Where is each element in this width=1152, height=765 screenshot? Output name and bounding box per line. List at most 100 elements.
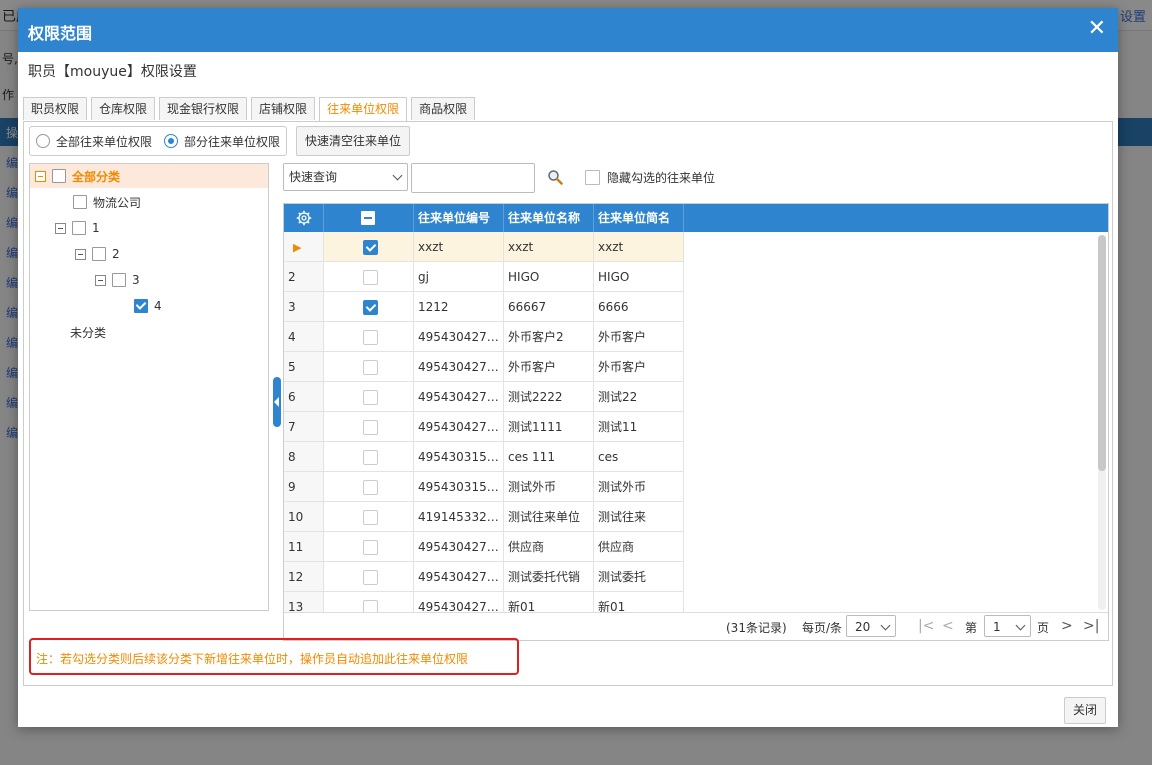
first-page-icon[interactable]: |< [918,618,934,634]
tree-checkbox[interactable] [52,169,66,183]
cell-code: 4954304272... [414,562,504,592]
cell-code: 4954304272... [414,532,504,562]
row-checkbox[interactable] [363,600,378,612]
table-row[interactable]: 13 4954304272... 新01 新01 [284,592,684,612]
collapse-icon[interactable] [55,222,66,234]
row-checkbox-cell[interactable] [324,322,414,352]
table-row[interactable]: 8 4954303154... ces 111 ces [284,442,684,472]
scope-all-label: 全部往来单位权限 [56,134,153,149]
table-row[interactable]: 2 gj HIGO HIGO [284,262,684,292]
hide-checked-checkbox[interactable] [585,170,600,185]
collapse-icon[interactable] [35,170,46,182]
table-row[interactable]: 11 4954304272... 供应商 供应商 [284,532,684,562]
row-checkbox-cell[interactable] [324,352,414,382]
table-row[interactable]: 6 4954304272... 测试2222 测试22 [284,382,684,412]
vertical-scrollbar[interactable] [1098,235,1106,610]
row-checkbox[interactable] [363,570,378,585]
next-page-icon[interactable]: > [1061,618,1073,634]
scrollbar-thumb[interactable] [1098,235,1106,471]
row-checkbox[interactable] [363,390,378,405]
tree-label: 1 [92,221,100,235]
table-row[interactable]: 9 4954303154... 测试外币 测试外币 [284,472,684,502]
close-icon[interactable]: ✕ [1088,17,1106,41]
search-input[interactable] [411,163,535,193]
tree-checkbox[interactable] [92,247,106,261]
row-checkbox[interactable] [363,360,378,375]
collapse-icon[interactable] [95,274,106,286]
row-checkbox[interactable] [363,270,378,285]
tree-node-3[interactable]: 3 [95,268,140,292]
tree-node-uncategorized[interactable]: 未分类 [70,320,106,344]
row-checkbox-cell[interactable] [324,412,414,442]
table-row[interactable]: 3 1212 66667 6666 [284,292,684,322]
row-checkbox-cell[interactable] [324,502,414,532]
prev-page-icon[interactable]: < [942,618,954,634]
row-checkbox-cell[interactable] [324,562,414,592]
tree-checkbox[interactable] [112,273,126,287]
row-checkbox-cell[interactable] [324,592,414,612]
tab-store[interactable]: 店铺权限 [251,97,316,120]
clear-partners-button[interactable]: 快速清空往来单位 [296,126,411,156]
page-number-value: 1 [993,620,1001,634]
scope-partial-option[interactable]: 部分往来单位权限 [164,133,280,150]
collapse-panel-handle[interactable] [273,377,281,427]
row-checkbox[interactable] [363,420,378,435]
tree-checkbox[interactable] [72,221,86,235]
tree-node-logistics[interactable]: 物流公司 [73,190,141,214]
tab-warehouse[interactable]: 仓库权限 [91,97,156,120]
column-header-short[interactable]: 往来单位简名 [594,204,684,232]
row-checkbox[interactable] [363,450,378,465]
gear-icon[interactable] [296,210,312,226]
select-all-cell[interactable] [324,204,414,232]
page-number-select[interactable]: 1 [984,615,1031,637]
last-page-icon[interactable]: >| [1083,618,1099,634]
row-checkbox-cell[interactable] [324,382,414,412]
radio-partial[interactable] [164,134,179,148]
page-size-select[interactable]: 20 [846,615,896,637]
table-row[interactable]: 5 4954304272... 外币客户 外币客户 [284,352,684,382]
select-all-checkbox[interactable] [361,211,375,225]
row-checkbox[interactable] [363,330,378,345]
row-checkbox[interactable] [363,510,378,525]
column-header-code[interactable]: 往来单位编号 [414,204,504,232]
row-checkbox-cell[interactable] [324,442,414,472]
hide-checked-toggle[interactable]: 隐藏勾选的往来单位 [585,169,715,186]
collapse-icon[interactable] [75,248,86,260]
row-checkbox-cell[interactable] [324,472,414,502]
search-icon[interactable] [547,169,563,185]
row-checkbox[interactable] [363,480,378,495]
tab-partner[interactable]: 往来单位权限 [319,97,408,121]
tab-product[interactable]: 商品权限 [411,97,476,120]
cell-name: 外币客户 [504,352,594,382]
row-checkbox-cell[interactable] [324,232,414,262]
table-row[interactable]: 12 4954304272... 测试委托代销 测试委托 [284,562,684,592]
column-header-name[interactable]: 往来单位名称 [504,204,594,232]
tree-node-4[interactable]: 4 [134,294,162,318]
cell-name: 测试往来单位 [504,502,594,532]
query-mode-select[interactable]: 快速查询 [283,163,408,191]
grid-settings-cell[interactable] [284,204,324,232]
row-checkbox[interactable] [363,240,378,255]
row-number: 13 [284,592,324,612]
table-row[interactable]: 4 4954304272... 外币客户2 外币客户 [284,322,684,352]
row-checkbox-cell[interactable] [324,262,414,292]
close-button[interactable]: 关闭 [1064,697,1106,724]
tab-employee[interactable]: 职员权限 [23,97,88,120]
tree-node-all[interactable]: 全部分类 [30,164,268,188]
table-row[interactable]: 7 4954304272... 测试1111 测试11 [284,412,684,442]
radio-all[interactable] [36,134,50,148]
tree-checkbox[interactable] [73,195,87,209]
tree-node-1[interactable]: 1 [55,216,100,240]
tab-cash-bank[interactable]: 现金银行权限 [159,97,248,120]
row-checkbox[interactable] [363,540,378,555]
table-row[interactable]: ▶ xxzt xxzt xxzt [284,232,684,262]
grid-header: 往来单位编号 往来单位名称 往来单位简名 [284,204,1108,232]
tree-node-2[interactable]: 2 [75,242,120,266]
row-checkbox-cell[interactable] [324,292,414,322]
scope-all-option[interactable]: 全部往来单位权限 [36,133,152,150]
tree-checkbox[interactable] [134,299,148,313]
row-checkbox-cell[interactable] [324,532,414,562]
row-checkbox[interactable] [363,300,378,315]
table-row[interactable]: 10 4191453321... 测试往来单位 测试往来 [284,502,684,532]
row-number: 11 [284,532,324,562]
